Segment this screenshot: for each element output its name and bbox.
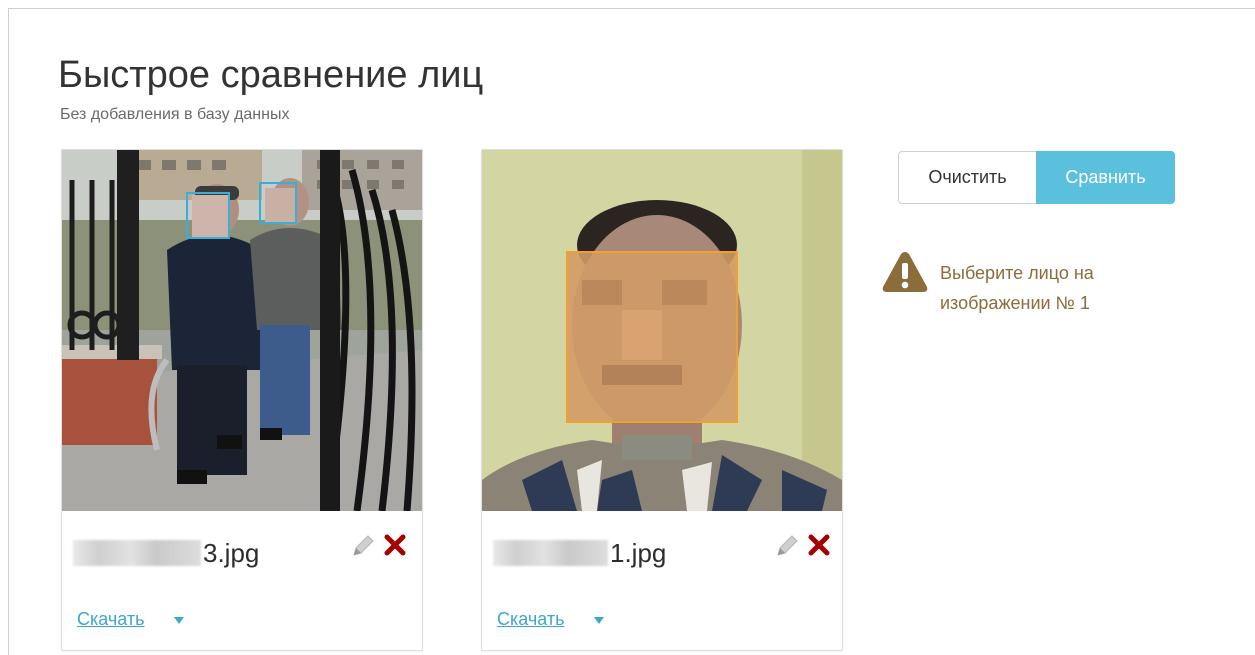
page-subtitle: Без добавления в базу данных — [60, 106, 290, 123]
delete-icon[interactable] — [384, 533, 406, 557]
clear-button[interactable]: Очистить — [898, 151, 1036, 204]
redacted-filename-1 — [73, 540, 201, 566]
image-card-1: 3.jpg Скачать — [61, 149, 423, 651]
download-link-2[interactable]: Скачать — [497, 609, 565, 630]
warning-triangle-icon — [881, 250, 929, 294]
caret-down-icon[interactable] — [594, 617, 604, 624]
compare-button[interactable]: Сравнить — [1036, 151, 1175, 204]
filename-suffix-1: 3.jpg — [203, 538, 260, 568]
image-card-2: 1.jpg Скачать — [481, 149, 843, 651]
redacted-filename-2 — [493, 540, 608, 566]
download-link-1[interactable]: Скачать — [77, 609, 145, 630]
edit-pencil-icon[interactable] — [774, 533, 800, 559]
photo-1[interactable] — [62, 150, 422, 511]
photo-2[interactable] — [482, 150, 842, 511]
page-title: Быстрое сравнение лиц — [58, 54, 484, 96]
delete-icon[interactable] — [808, 533, 830, 557]
warning-message: Выберите лицо на изображении № 1 — [940, 263, 1094, 313]
filename-suffix-2: 1.jpg — [610, 538, 667, 568]
caret-down-icon[interactable] — [174, 617, 184, 624]
edit-pencil-icon[interactable] — [350, 533, 376, 559]
action-buttons: Очистить Сравнить — [898, 151, 1175, 204]
